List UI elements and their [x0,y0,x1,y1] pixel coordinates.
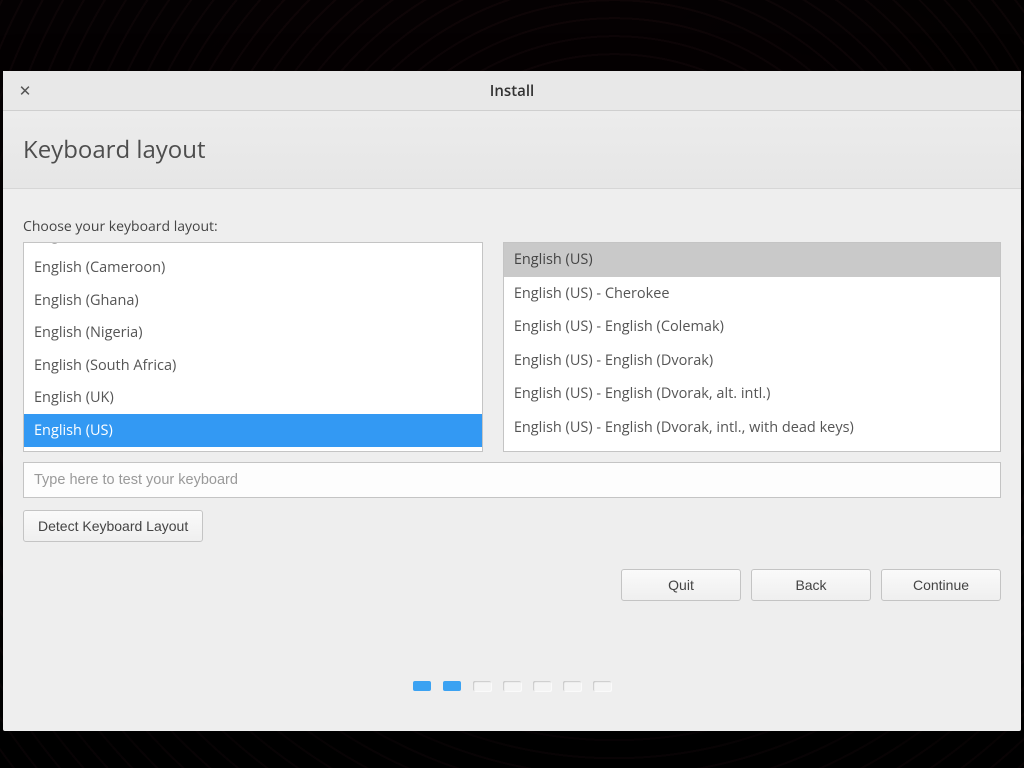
progress-dot [443,681,461,691]
list-item[interactable]: English (Cameroon) [24,252,482,285]
progress-indicator [3,681,1021,691]
content-area: Choose your keyboard layout: English (Au… [3,189,1021,731]
back-button[interactable]: Back [751,569,871,601]
progress-dot [563,681,581,691]
progress-dot [593,681,611,691]
language-listbox[interactable]: English (Australian)English (Cameroon)En… [23,242,483,452]
list-item[interactable]: English (Nigeria) [24,317,482,350]
list-item[interactable]: English (US) [504,243,1000,277]
layout-lists-row: English (Australian)English (Cameroon)En… [23,242,1001,452]
page-header: Keyboard layout [3,111,1021,189]
titlebar: ✕ Install [3,71,1021,111]
detect-layout-button[interactable]: Detect Keyboard Layout [23,510,203,542]
prompt-label: Choose your keyboard layout: [23,217,1001,236]
list-item[interactable]: English (US) - English (Dvorak, alt. int… [504,377,1000,411]
list-item[interactable]: English (US) - English (Dvorak, left-han… [504,444,1000,452]
list-item[interactable]: English (South Africa) [24,349,482,382]
continue-button[interactable]: Continue [881,569,1001,601]
close-button[interactable]: ✕ [13,79,37,103]
list-item[interactable]: English (US) - Cherokee [504,277,1000,311]
list-item[interactable]: English (US) - English (Colemak) [504,310,1000,344]
installer-window: ✕ Install Keyboard layout Choose your ke… [3,71,1021,731]
list-item[interactable]: English (US) - English (Dvorak, intl., w… [504,411,1000,445]
progress-dot [413,681,431,691]
list-item[interactable]: English (Ghana) [24,284,482,317]
progress-dot [473,681,491,691]
close-icon: ✕ [19,81,32,101]
page-heading: Keyboard layout [23,133,1001,166]
variant-listbox[interactable]: English (US)English (US) - CherokeeEngli… [503,242,1001,452]
list-item[interactable]: English (UK) [24,382,482,415]
list-item[interactable]: English (US) [24,414,482,447]
list-item[interactable]: English (US) - English (Dvorak) [504,344,1000,378]
quit-button[interactable]: Quit [621,569,741,601]
progress-dot [533,681,551,691]
wizard-nav: Quit Back Continue [621,569,1001,601]
progress-dot [503,681,521,691]
list-item[interactable]: English (Australian) [24,242,482,252]
window-title: Install [490,81,534,101]
keyboard-test-input[interactable] [23,462,1001,498]
